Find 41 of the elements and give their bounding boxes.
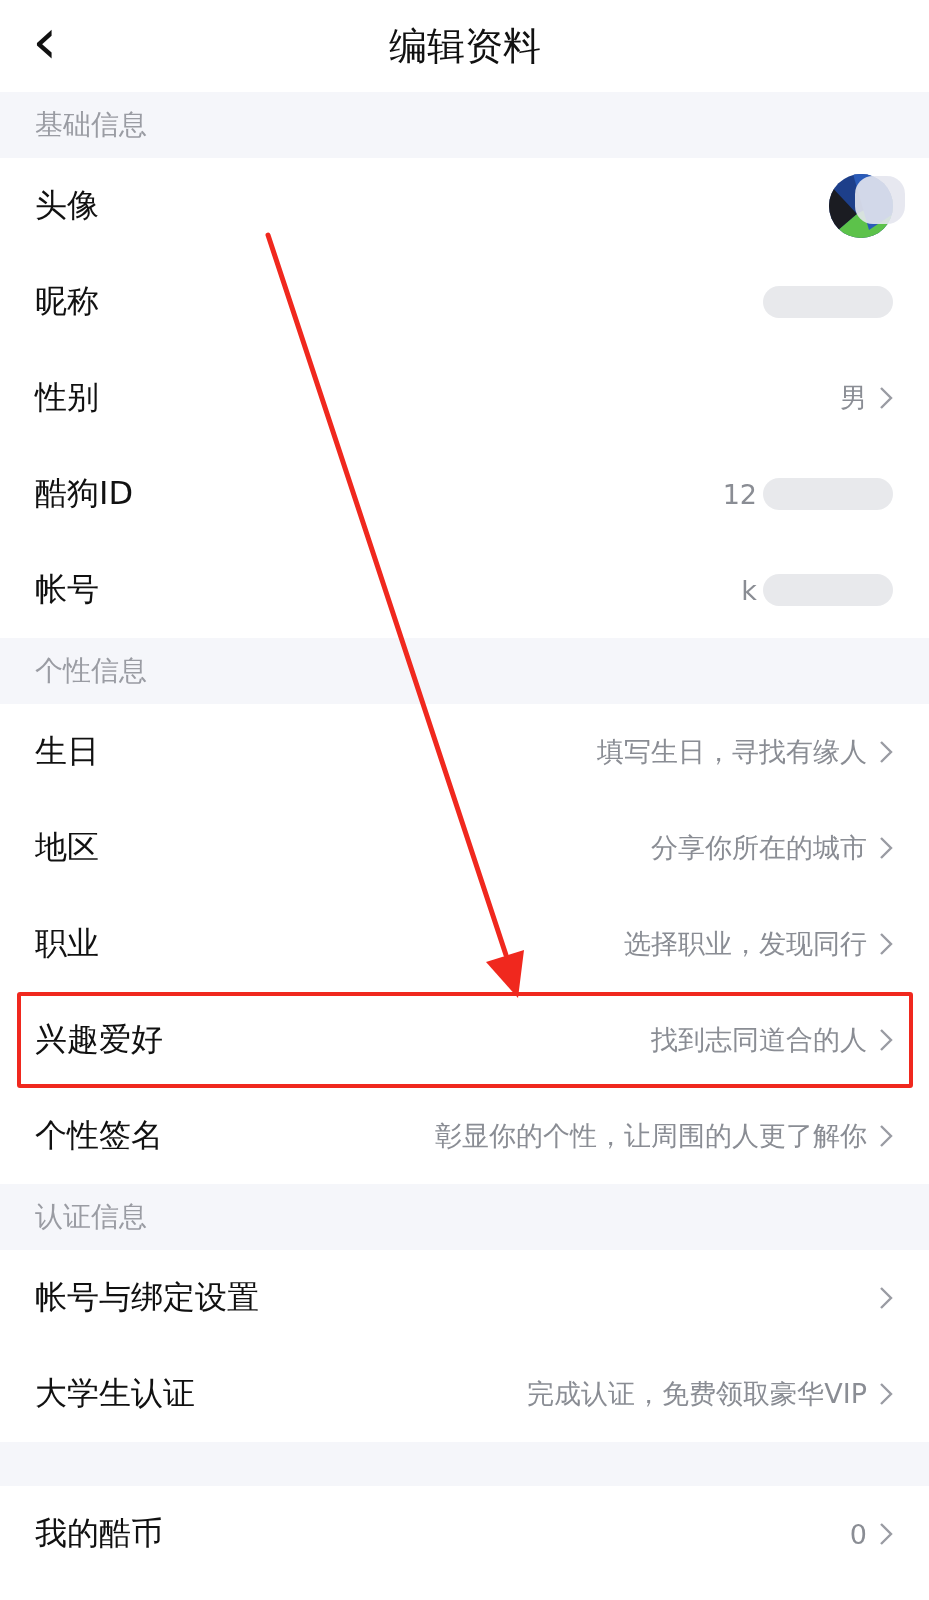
row-label: 个性签名 (35, 1115, 163, 1156)
back-button[interactable]: ‹ (22, 6, 68, 76)
row-label: 头像 (35, 185, 99, 226)
row-value: 找到志同道合的人 (651, 1023, 867, 1057)
row-value: 彰显你的个性，让周围的人更了解你 (435, 1119, 867, 1153)
row-label: 酷狗ID (35, 473, 134, 514)
settings-row[interactable]: 职业 选择职业，发现同行 (0, 896, 929, 992)
section-header: 个性信息 (0, 638, 929, 704)
row-label: 帐号与绑定设置 (35, 1277, 259, 1318)
row-label: 我的酷币 (35, 1513, 163, 1554)
row-value: 选择职业，发现同行 (624, 927, 867, 961)
settings-row[interactable]: 地区 分享你所在的城市 (0, 800, 929, 896)
settings-row[interactable]: 大学生认证 完成认证，免费领取豪华VIP (0, 1346, 929, 1442)
row-value: 男 (840, 381, 867, 415)
settings-row[interactable]: 我的酷币 0 (0, 1486, 929, 1582)
settings-row[interactable]: 帐号 k (0, 542, 929, 638)
row-value: 12 (722, 478, 757, 510)
row-label: 大学生认证 (35, 1373, 195, 1414)
row-label: 地区 (35, 827, 99, 868)
row-label: 生日 (35, 731, 99, 772)
row-label: 帐号 (35, 569, 99, 610)
settings-row[interactable]: 帐号与绑定设置 (0, 1250, 929, 1346)
section-header: 认证信息 (0, 1184, 929, 1250)
highlighted-settings-row[interactable]: 兴趣爱好 找到志同道合的人 (17, 992, 913, 1088)
settings-row[interactable]: 昵称 (0, 254, 929, 350)
row-value: 0 (849, 1518, 867, 1550)
settings-row[interactable]: 生日 填写生日，寻找有缘人 (0, 704, 929, 800)
row-value: 分享你所在的城市 (651, 831, 867, 865)
settings-row[interactable]: 酷狗ID 12 (0, 446, 929, 542)
section-header: 基础信息 (0, 92, 929, 158)
row-value: 完成认证，免费领取豪华VIP (527, 1377, 867, 1411)
settings-row[interactable]: 头像 (0, 158, 929, 254)
row-value: k (741, 574, 757, 606)
row-label: 昵称 (35, 281, 99, 322)
row-value: 填写生日，寻找有缘人 (597, 735, 867, 769)
page-title: 编辑资料 (388, 22, 541, 70)
row-label: 性别 (35, 377, 99, 418)
settings-row[interactable]: 个性签名 彰显你的个性，让周围的人更了解你 (0, 1088, 929, 1184)
row-label: 兴趣爱好 (35, 1019, 163, 1060)
row-label: 职业 (35, 923, 99, 964)
settings-row[interactable]: 性别 男 (0, 350, 929, 446)
